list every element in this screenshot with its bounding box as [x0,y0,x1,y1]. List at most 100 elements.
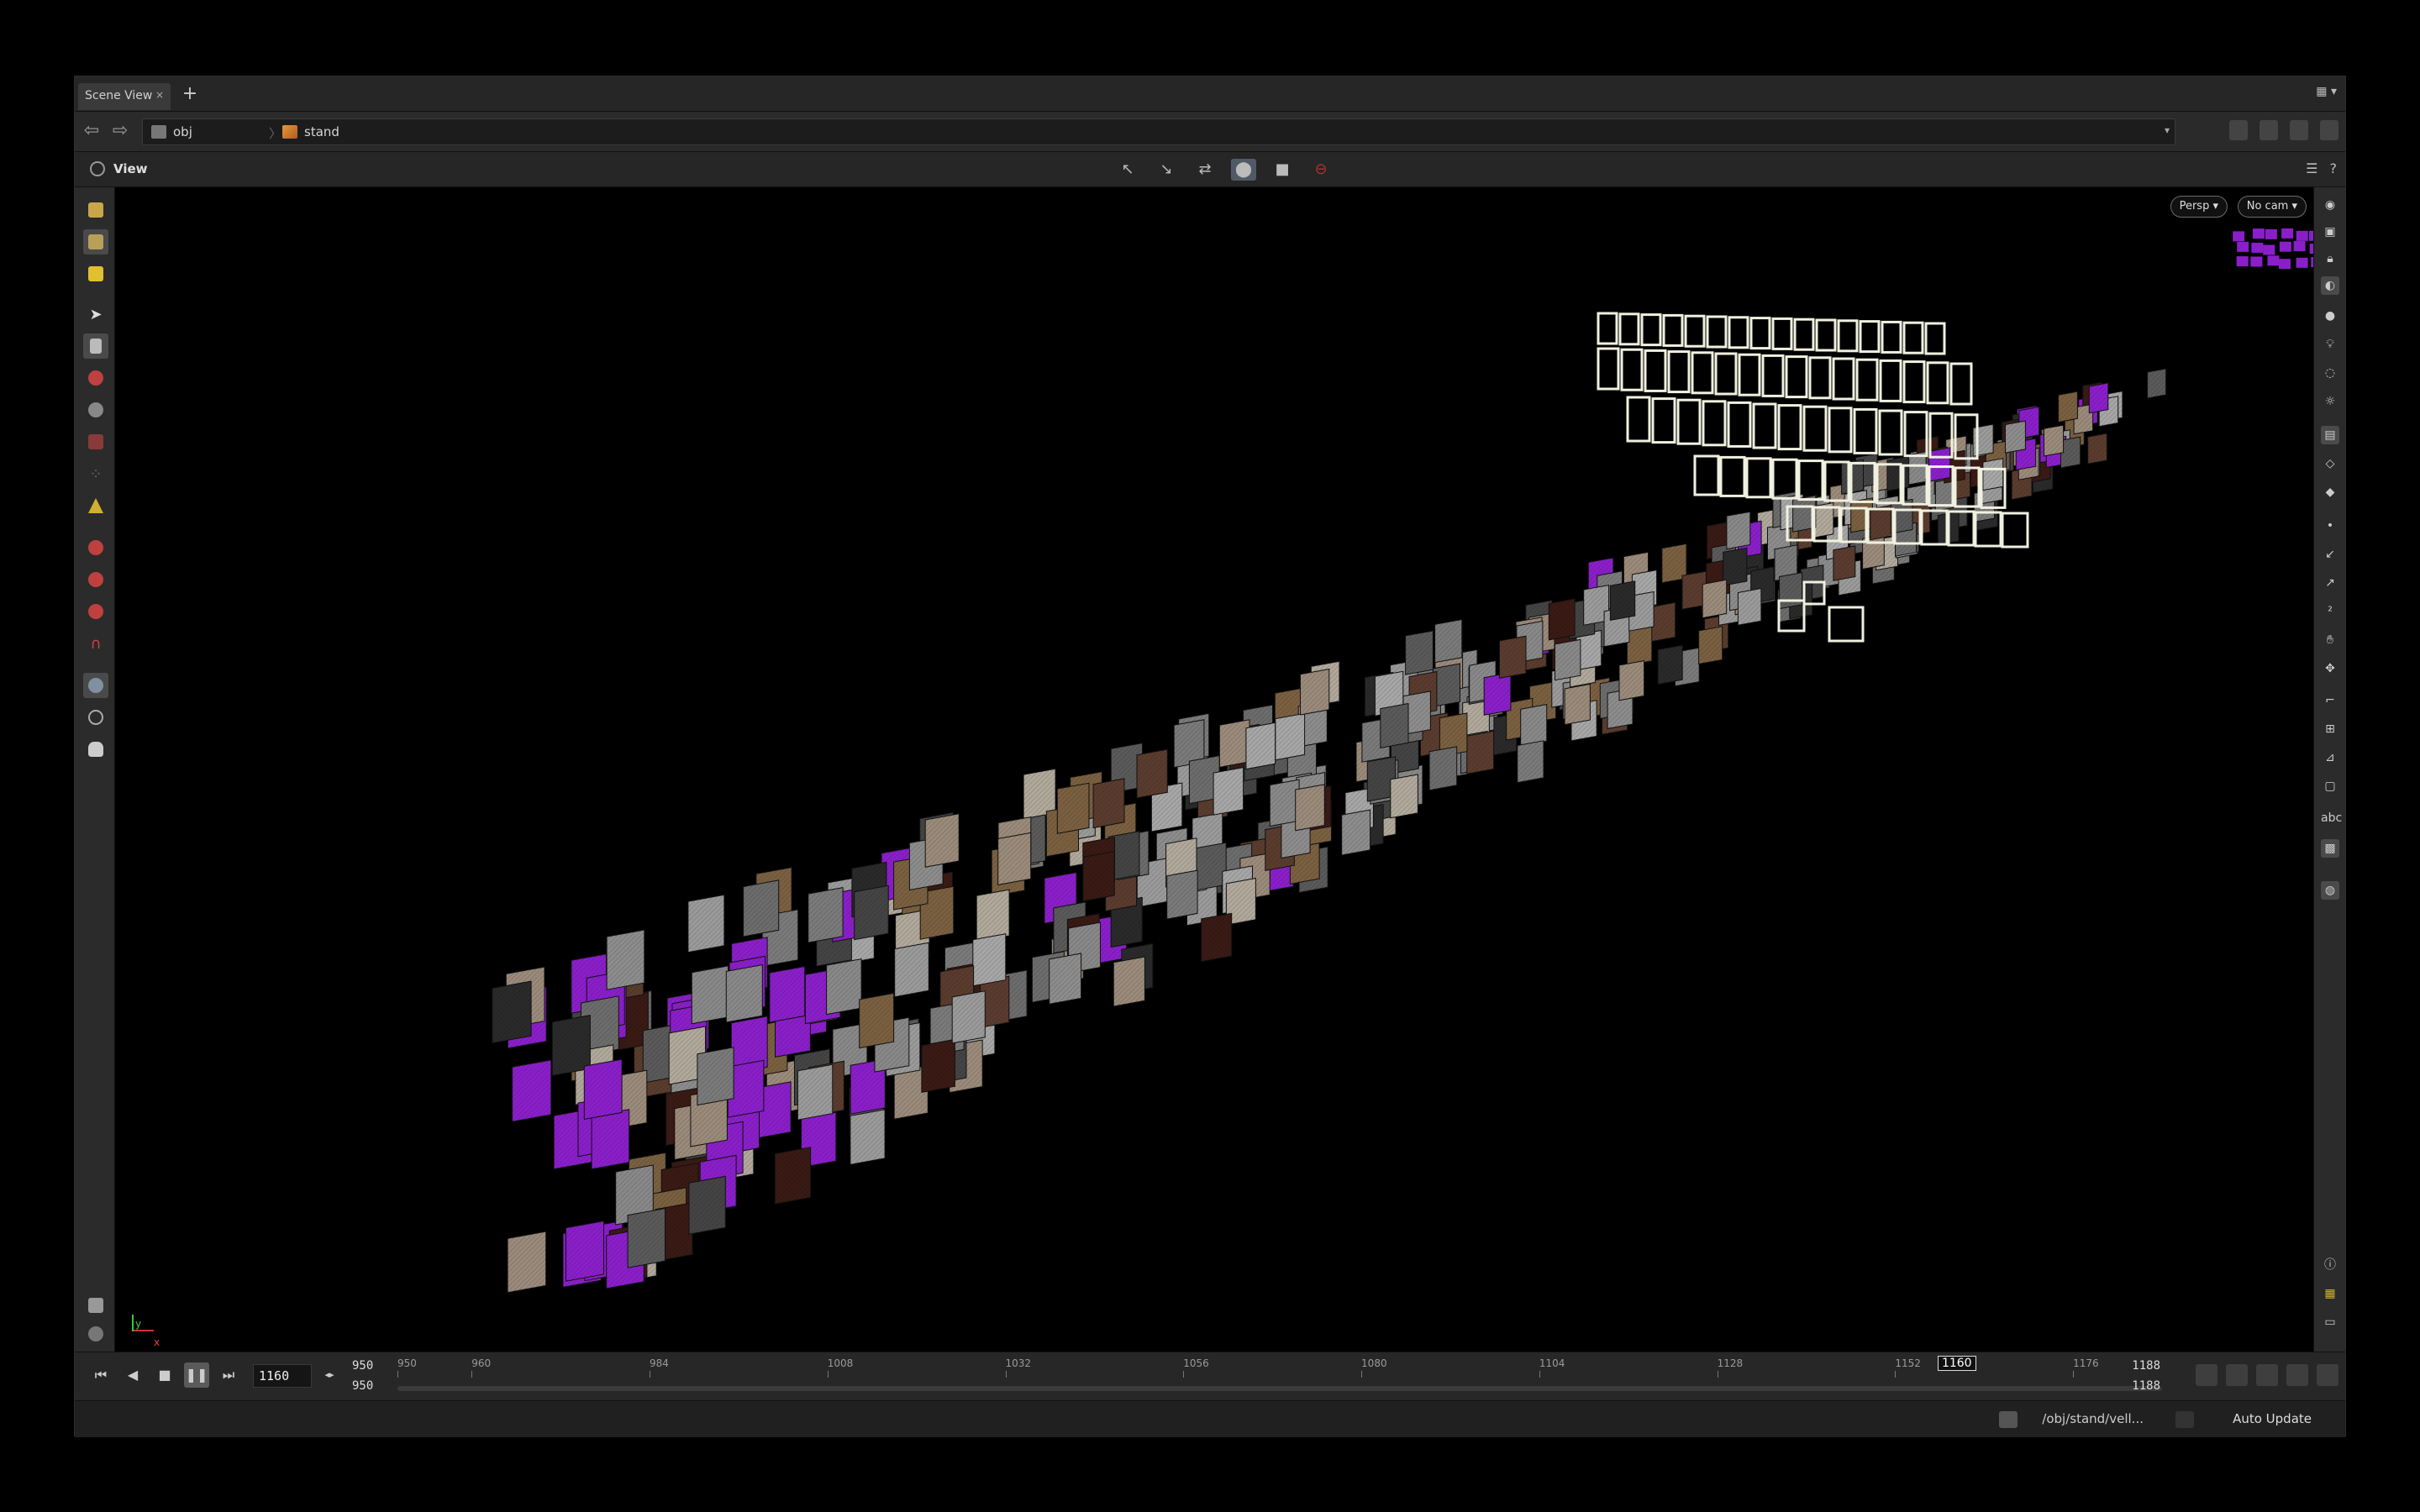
select-dynamics-icon[interactable]: ⇄ [1192,159,1218,181]
sphere-display-icon[interactable] [83,1321,108,1347]
range-start-field[interactable]: 950 [352,1359,373,1373]
snap-icon[interactable]: ⊿ [2321,748,2339,767]
camera-icon[interactable]: ▣ [2321,223,2339,241]
lock-camera-icon[interactable]: 🔒︎ [2321,249,2339,268]
path-dropdown-icon[interactable]: ▾ [2165,124,2170,136]
box-icon[interactable]: ▢ [2321,777,2339,795]
stop-icon[interactable]: ⊖ [1308,159,1334,181]
playhead-marker[interactable]: 1160 [1937,1356,1976,1371]
close-tab-icon[interactable]: × [155,89,164,101]
stop-icon[interactable]: ■ [152,1362,177,1388]
current-frame-field[interactable]: 1160 [253,1364,312,1388]
back-arrow-icon[interactable]: ⇦ [80,120,103,142]
brush-icon[interactable] [83,1293,108,1318]
grid-icon[interactable]: ⊞ [2321,720,2339,738]
deform-icon[interactable]: ✥ [2321,659,2339,678]
loop-icon[interactable] [2286,1364,2308,1386]
quad-view-icon[interactable]: ▦ [2321,1284,2339,1303]
display-options-icon[interactable] [2290,120,2308,140]
3d-viewport[interactable]: Persp ▾ No cam ▾ y x [115,187,2315,1352]
screenshot-icon[interactable]: ▭ [2321,1313,2339,1331]
handle-tool-icon[interactable] [83,197,108,223]
shaded-icon[interactable]: ◆ [2321,483,2339,501]
pane-menu-icon[interactable]: ▦ ▾ [2316,85,2337,98]
display-options-icon[interactable]: ▤ [2321,426,2339,444]
wireframe-box [1644,349,1667,392]
select-arrow-icon[interactable]: ➤ [83,302,108,327]
chat-icon[interactable] [1999,1411,2018,1428]
audio-icon[interactable] [2196,1364,2217,1386]
point-snap-icon[interactable] [83,599,108,624]
wireframe-box [1719,455,1746,497]
forward-arrow-icon[interactable]: ⇨ [108,120,132,142]
range-end-field[interactable]: 1188 [2132,1359,2160,1373]
range-start-global-field[interactable]: 950 [352,1379,373,1393]
add-tab-button[interactable]: + [179,83,201,104]
maximize-icon[interactable] [2320,120,2338,140]
light-icon[interactable]: 💡︎ [2321,335,2339,354]
select-objects-icon[interactable]: ↖ [1115,159,1140,181]
range-end-global-field[interactable]: 1188 [2132,1379,2160,1393]
vector-display-icon[interactable]: ↗ [2321,574,2339,592]
magnet-icon[interactable]: ∩ [83,631,108,656]
crumb-obj[interactable]: obj [151,124,192,139]
frame-ruler[interactable]: 950 960 984 1008 1032 1056 1080 1104 1128 1152 117… [397,1356,2162,1378]
realtime-icon[interactable] [2256,1364,2278,1386]
dots-tool-icon[interactable]: ⁘ [83,461,108,486]
ghost-icon[interactable]: ◐ [2321,276,2339,295]
link-icon[interactable] [2260,120,2278,140]
keyframe-icon[interactable] [2226,1364,2248,1386]
select-geometry-icon[interactable]: ↘ [1154,159,1179,181]
range-slider[interactable] [397,1386,2162,1391]
crumb-stand[interactable]: stand [282,124,339,139]
update-mode-menu[interactable]: Auto Update [2233,1411,2312,1426]
camera-orbit-icon[interactable] [83,705,108,730]
camera-menu[interactable]: No cam ▾ [2237,196,2307,218]
image-icon[interactable]: ▩ [2321,839,2339,858]
jump-end-icon[interactable]: ⏭ [216,1362,241,1388]
node-path-status[interactable]: /obj/stand/vell... [2042,1411,2144,1426]
shading-sphere-icon[interactable]: ● [2321,307,2339,325]
lock-icon[interactable] [83,333,108,359]
obj-network-icon [151,125,166,139]
list-options-icon[interactable]: ☰ [2306,160,2317,176]
text-display-icon[interactable]: abc [2321,809,2342,827]
playbar-menu-icon[interactable] [2317,1364,2338,1386]
vertex-tool-icon[interactable] [83,429,108,454]
location-pin-icon[interactable]: ◍ [2321,881,2339,900]
eye-icon[interactable]: ◉ [2321,196,2339,214]
step-back-icon[interactable]: ◀ [120,1362,145,1388]
wireframe-box [1881,320,1902,354]
path-field[interactable]: obj 〉 stand ▾ [142,118,2175,145]
pose-tool-icon[interactable] [83,229,108,255]
curve-snap-icon[interactable] [83,567,108,592]
grid-snap-icon[interactable] [83,535,108,560]
secure-selection-icon[interactable]: ⬤ [1231,159,1256,181]
wireframe-icon[interactable]: ◇ [2321,454,2339,473]
sphere-tool-icon[interactable] [83,397,108,423]
paint-tool-icon[interactable] [83,365,108,391]
info-icon[interactable]: ⓘ [2321,1256,2339,1274]
step-frame-icon[interactable]: ◂▸ [317,1362,342,1388]
cone-tool-icon[interactable] [83,493,108,518]
jump-start-icon[interactable]: ⏮ [88,1362,113,1388]
tab-scene-view[interactable]: Scene View × [78,83,171,110]
component-mode-icon[interactable]: ■ [1270,159,1295,181]
refresh-icon[interactable] [2175,1411,2194,1428]
axis-y-label: y [135,1318,142,1330]
headlight-icon[interactable]: ☼ [2321,392,2339,411]
help-icon[interactable]: ? [2330,160,2338,176]
perspective-menu[interactable]: Persp ▾ [2170,196,2228,218]
point-display-icon[interactable]: • [2321,517,2339,535]
wireframe-box [1837,319,1859,353]
lightbulb-icon[interactable]: ◌ [2321,364,2339,382]
pause-icon[interactable]: ❚❚ [184,1362,209,1388]
corner-icon[interactable]: ⌐ [2321,691,2339,710]
numbers-display-icon[interactable]: ² [2321,602,2339,621]
normal-display-icon[interactable]: ↙ [2321,545,2339,564]
view-sticky-icon[interactable] [83,261,108,286]
gear-icon[interactable] [83,673,108,698]
teapot-icon[interactable] [83,737,108,762]
hand-icon[interactable]: ✋︎ [2321,631,2339,649]
pin-icon[interactable] [2229,120,2248,140]
